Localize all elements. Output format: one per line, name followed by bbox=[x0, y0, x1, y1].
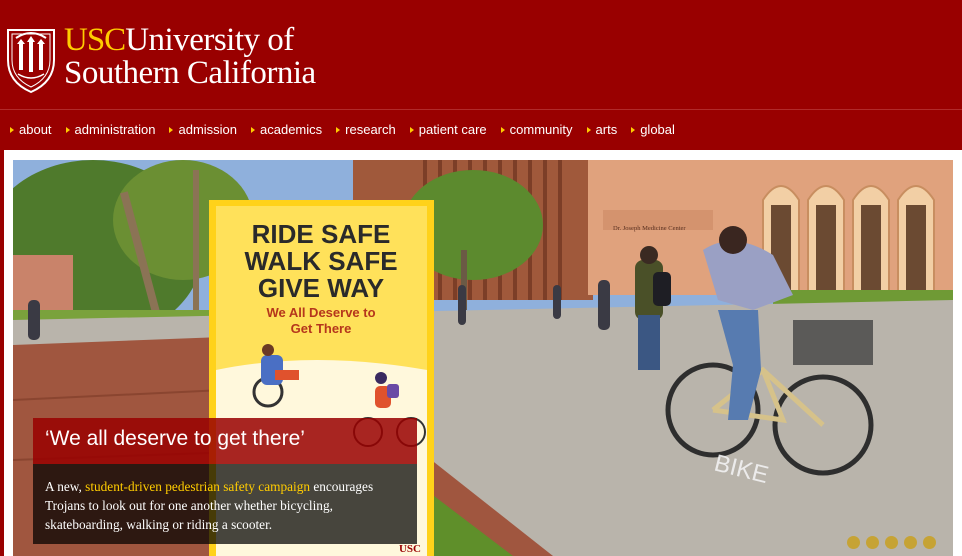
usc-wordmark: USC bbox=[64, 22, 126, 58]
sign-logo: USC bbox=[399, 543, 421, 555]
triangle-bullet-icon bbox=[409, 126, 414, 133]
triangle-bullet-icon bbox=[251, 126, 256, 133]
university-name-line2: Southern California bbox=[64, 55, 316, 91]
site-header: USCUniversity of Southern California bbox=[0, 0, 962, 108]
nav-item-administration[interactable]: administration bbox=[65, 122, 155, 137]
carousel-dots bbox=[847, 536, 936, 549]
nav-item-admission[interactable]: admission bbox=[169, 122, 237, 137]
main-nav: about administration admission academics… bbox=[0, 109, 962, 149]
triangle-bullet-icon bbox=[65, 126, 70, 133]
nav-item-patient-care[interactable]: patient care bbox=[409, 122, 487, 137]
nav-item-academics[interactable]: academics bbox=[251, 122, 322, 137]
sign-line1: RIDE SAFE bbox=[252, 219, 391, 249]
caption-link[interactable]: student-driven pedestrian safety campaig… bbox=[85, 479, 310, 494]
nav-item-research[interactable]: research bbox=[336, 122, 396, 137]
triangle-bullet-icon bbox=[586, 126, 591, 133]
sign-line2: WALK SAFE bbox=[244, 246, 397, 276]
caption-title[interactable]: ‘We all deserve to get there’ bbox=[33, 418, 417, 464]
carousel-dot[interactable] bbox=[923, 536, 936, 549]
sign-line3: GIVE WAY bbox=[258, 273, 384, 303]
hero-caption: ‘We all deserve to get there’ A new, stu… bbox=[33, 418, 417, 544]
sign-sub2: Get There bbox=[291, 321, 352, 336]
triangle-bullet-icon bbox=[169, 126, 174, 133]
triangle-bullet-icon bbox=[500, 126, 505, 133]
building-plaque: Dr. Joseph Medicine Center bbox=[613, 225, 686, 232]
carousel-dot[interactable] bbox=[847, 536, 860, 549]
carousel-dot[interactable] bbox=[904, 536, 917, 549]
caption-body-prefix: A new, bbox=[45, 479, 86, 494]
carousel-dot[interactable] bbox=[885, 536, 898, 549]
usc-seal-icon[interactable] bbox=[4, 24, 58, 94]
nav-item-arts[interactable]: arts bbox=[586, 122, 617, 137]
nav-item-community[interactable]: community bbox=[500, 122, 573, 137]
triangle-bullet-icon bbox=[631, 126, 636, 133]
caption-body: A new, student-driven pedestrian safety … bbox=[33, 464, 417, 544]
nav-item-global[interactable]: global bbox=[631, 122, 675, 137]
triangle-bullet-icon bbox=[10, 126, 14, 133]
nav-item-about[interactable]: about bbox=[10, 122, 52, 137]
carousel-dot[interactable] bbox=[866, 536, 879, 549]
triangle-bullet-icon bbox=[336, 126, 341, 133]
sign-sub1: We All Deserve to bbox=[266, 305, 375, 320]
university-wordmark[interactable]: USCUniversity of Southern California bbox=[64, 24, 316, 90]
university-name-line1: University of bbox=[125, 22, 294, 58]
